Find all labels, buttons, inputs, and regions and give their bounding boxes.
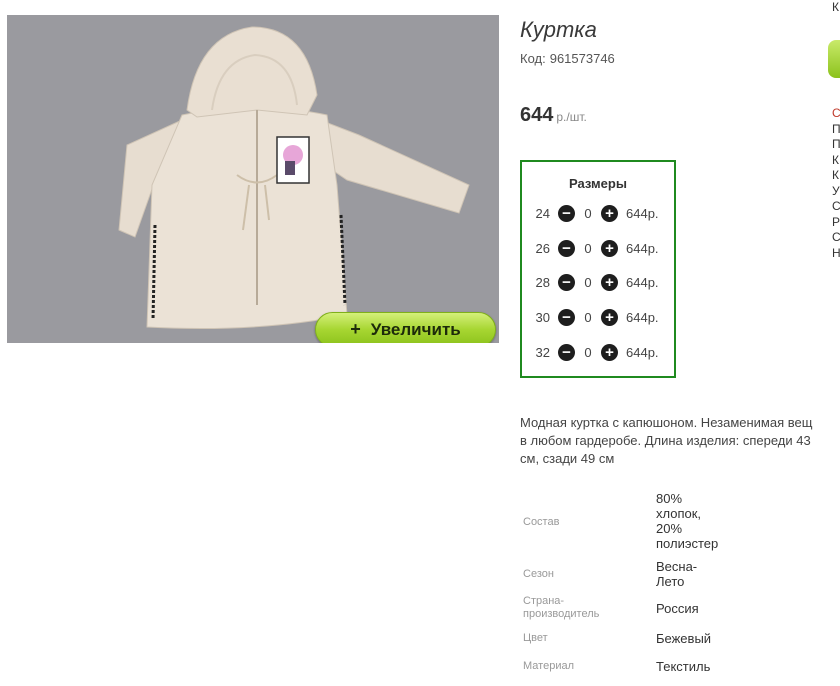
- size-row: 30 − 0 + 644р.: [522, 307, 659, 327]
- price-unit: р./шт.: [556, 110, 587, 124]
- size-row: 28 − 0 + 644р.: [522, 272, 659, 292]
- property-value-line: Текстиль: [656, 659, 711, 674]
- cutoff-item[interactable]: П: [832, 137, 840, 153]
- sizes-panel: Размеры 24 − 0 + 644р. 26 − 0 + 644р. 28…: [520, 160, 676, 378]
- property-value-line: 20%: [656, 521, 683, 536]
- property-value: Текстиль: [656, 659, 710, 674]
- product-price: 644 р./шт.: [520, 104, 587, 127]
- property-value: Россия: [656, 601, 699, 616]
- price-value: 644: [520, 104, 554, 126]
- size-row: 26 − 0 + 644р.: [522, 238, 659, 258]
- property-label: Сезон: [523, 568, 554, 580]
- product-code-value: 961573746: [549, 51, 615, 66]
- plus-circle-icon[interactable]: +: [601, 204, 618, 222]
- size-price: 644р.: [626, 274, 659, 290]
- cutoff-item[interactable]: У: [832, 184, 840, 200]
- property-label: Страна- производитель: [523, 595, 599, 621]
- product-code: Код: 961573746: [520, 51, 615, 66]
- property-value-line: Лето: [656, 574, 685, 589]
- quantity-value: 0: [584, 205, 592, 221]
- minus-circle-icon[interactable]: −: [558, 204, 575, 222]
- property-value-line: Бежевый: [656, 631, 712, 646]
- plus-icon: +: [350, 319, 361, 339]
- minus-circle-icon[interactable]: −: [558, 343, 575, 361]
- product-code-label: Код:: [520, 51, 546, 66]
- sizes-title: Размеры: [569, 176, 627, 191]
- description-line: в любом гардеробе. Длина изделия: сперед…: [520, 433, 811, 448]
- product-description: Модная куртка с капюшоном. Незаменимая в…: [520, 414, 840, 468]
- size-value: 28: [535, 274, 550, 290]
- size-price: 644р.: [626, 344, 659, 360]
- cutoff-item[interactable]: Н: [832, 246, 840, 262]
- size-row: 32 − 0 + 644р.: [522, 342, 659, 362]
- add-to-cart-button[interactable]: [828, 40, 840, 78]
- right-column-cutoff-list: С П П К К У С Р С Н: [832, 106, 840, 261]
- property-value-line: Россия: [656, 601, 699, 616]
- product-title: Куртка: [520, 17, 597, 42]
- right-column-cutoff-text: К: [832, 0, 839, 14]
- property-label: Состав: [523, 516, 560, 528]
- minus-circle-icon[interactable]: −: [558, 273, 575, 291]
- description-line: Модная куртка с капюшоном. Незаменимая в…: [520, 415, 813, 430]
- minus-circle-icon[interactable]: −: [558, 308, 575, 326]
- property-label: Цвет: [523, 632, 548, 644]
- jacket-illustration: [118, 26, 470, 329]
- cutoff-item[interactable]: С: [832, 199, 840, 215]
- cutoff-item[interactable]: К: [832, 153, 840, 169]
- cutoff-item[interactable]: Р: [832, 215, 840, 231]
- property-value: Бежевый: [656, 631, 711, 646]
- plus-circle-icon[interactable]: +: [601, 239, 618, 257]
- zoom-button-label: Увеличить: [370, 319, 461, 339]
- property-label-line: Страна-: [523, 595, 565, 607]
- cutoff-item[interactable]: С: [832, 230, 840, 246]
- size-value: 30: [535, 309, 550, 325]
- product-image[interactable]: + Увеличить: [7, 15, 499, 343]
- cutoff-item[interactable]: С: [832, 106, 840, 122]
- property-value-line: хлопок,: [656, 506, 702, 521]
- size-price: 644р.: [626, 309, 659, 325]
- plus-circle-icon[interactable]: +: [601, 273, 618, 291]
- size-price: 644р.: [626, 205, 659, 221]
- property-label-line: производитель: [523, 608, 600, 620]
- size-value: 24: [535, 205, 550, 221]
- property-value-line: 80%: [656, 491, 683, 506]
- plus-circle-icon[interactable]: +: [601, 308, 618, 326]
- zoom-button[interactable]: + Увеличить: [315, 312, 496, 343]
- quantity-value: 0: [584, 309, 592, 325]
- description-line: см, сзади 49 см: [520, 451, 615, 466]
- size-row: 24 − 0 + 644р.: [522, 203, 659, 223]
- quantity-value: 0: [584, 240, 592, 256]
- cutoff-item[interactable]: К: [832, 168, 840, 184]
- size-value: 26: [535, 240, 550, 256]
- property-value: Весна- Лето: [656, 559, 697, 589]
- quantity-value: 0: [584, 274, 592, 290]
- plus-circle-icon[interactable]: +: [601, 343, 618, 361]
- size-price: 644р.: [626, 240, 659, 256]
- quantity-value: 0: [584, 344, 592, 360]
- property-label: Материал: [523, 660, 574, 672]
- minus-circle-icon[interactable]: −: [558, 239, 575, 257]
- property-value: 80% хлопок, 20% полиэстер: [656, 491, 718, 551]
- property-value-line: Весна-: [656, 559, 698, 574]
- cutoff-item[interactable]: П: [832, 122, 840, 138]
- property-value-line: полиэстер: [656, 536, 719, 551]
- size-value: 32: [535, 344, 550, 360]
